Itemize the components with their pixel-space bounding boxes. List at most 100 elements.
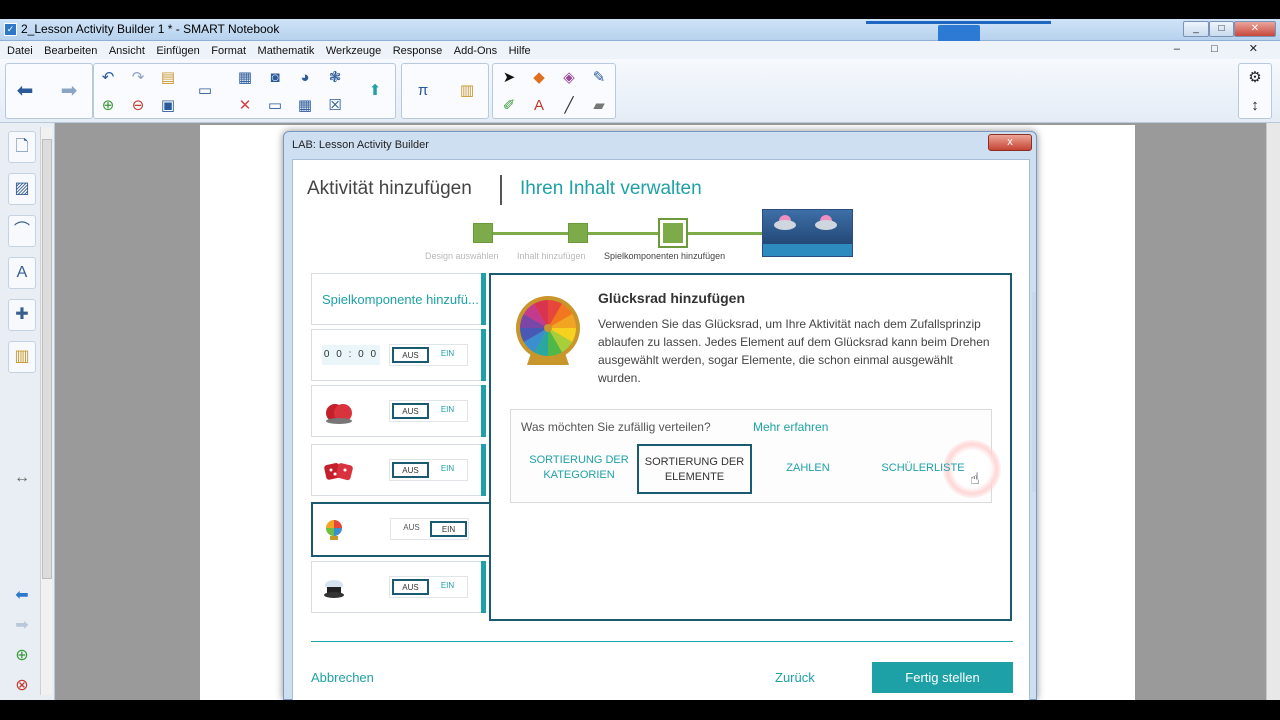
component-timer[interactable]: 0 0 : 0 0 AUS EIN	[311, 329, 486, 381]
document-window-buttons[interactable]: – □ ✕	[1174, 42, 1272, 55]
option-student-list[interactable]: SCHÜLERLISTE	[873, 444, 973, 494]
select-arrow-icon[interactable]: ➤	[498, 67, 520, 89]
menu-ansicht[interactable]: Ansicht	[109, 45, 145, 57]
document-camera-icon[interactable]: ◕	[294, 67, 316, 89]
text-icon[interactable]: A	[528, 95, 550, 117]
lab-side-icon[interactable]: ▥	[8, 341, 36, 373]
tab-add-activity[interactable]: Aktivität hinzufügen	[307, 178, 472, 200]
delete-icon[interactable]: ✕	[234, 95, 256, 117]
component-accent-bar	[481, 273, 486, 325]
step-game-components[interactable]	[658, 218, 688, 248]
component-buzzer[interactable]: AUS EIN	[311, 385, 486, 437]
open-folder-icon[interactable]: ▤	[157, 67, 179, 89]
hat-on-button[interactable]: EIN	[429, 579, 466, 595]
attachments-icon[interactable]: ⌒	[8, 215, 36, 247]
sidebar-scroll-thumb[interactable]	[42, 139, 52, 579]
step-label-content: Inhalt hinzufügen	[517, 251, 586, 261]
forward-arrow-icon[interactable]: ➡	[58, 80, 80, 102]
magic-pen-icon[interactable]: ✎	[588, 67, 610, 89]
component-dice[interactable]: AUS EIN	[311, 444, 486, 496]
menu-hilfe[interactable]: Hilfe	[509, 45, 531, 57]
menu-response[interactable]: Response	[393, 45, 443, 57]
sidebar-scrollbar[interactable]	[40, 127, 52, 695]
buzzer-off-button[interactable]: AUS	[392, 403, 429, 419]
fill-icon[interactable]: ◈	[558, 67, 580, 89]
component-header[interactable]: Spielkomponente hinzufü...	[311, 273, 486, 325]
option-sort-elements[interactable]: SORTIERUNG DER ELEMENTE	[637, 444, 752, 494]
next-page-icon[interactable]: ➡	[8, 611, 36, 643]
wheel-on-button[interactable]: EIN	[430, 521, 467, 537]
dice-on-button[interactable]: EIN	[429, 462, 466, 478]
buzzer-on-button[interactable]: EIN	[429, 403, 466, 419]
option-numbers[interactable]: ZAHLEN	[763, 444, 853, 494]
menu-einfuegen[interactable]: Einfügen	[156, 45, 199, 57]
pens-icon[interactable]: ✐	[498, 95, 520, 117]
timer-on-button[interactable]: EIN	[429, 347, 466, 363]
hat-off-button[interactable]: AUS	[392, 579, 429, 595]
cancel-button[interactable]: Abbrechen	[311, 670, 374, 685]
resize-arrows-icon[interactable]: ↔	[8, 463, 36, 495]
timer-off-button[interactable]: AUS	[392, 347, 429, 363]
math-tools-icon[interactable]: π	[412, 80, 434, 102]
option-sort-categories[interactable]: SORTIERUNG DER KATEGORIEN	[523, 444, 635, 494]
component-hat[interactable]: AUS EIN	[311, 561, 486, 613]
settings-gallery-icon[interactable]: ❃	[324, 67, 346, 89]
component-wheel[interactable]: AUS EIN	[311, 502, 491, 557]
step-design[interactable]	[473, 223, 493, 243]
previous-page-icon[interactable]: ⬅	[8, 581, 36, 613]
paste-icon[interactable]: ▦	[234, 67, 256, 89]
activity-toolkit-icon[interactable]: ▥	[456, 80, 478, 102]
line-icon[interactable]: ╱	[558, 95, 580, 117]
toolbar-edit-group: ↶ ↷ ▤ ⊕ ⊖ ▣ ▭ ▦ ◙ ◕ ❃ ✕ ▭ ▦ ☒ ⬆	[93, 63, 396, 119]
back-arrow-icon[interactable]: ⬅	[14, 80, 36, 102]
menu-datei[interactable]: Datei	[7, 45, 33, 57]
maximize-button[interactable]: □	[1209, 21, 1234, 37]
dialog-scrollbar[interactable]	[1032, 292, 1036, 492]
save-icon[interactable]: ▣	[157, 95, 179, 117]
menu-mathematik[interactable]: Mathematik	[258, 45, 315, 57]
dice-toggle[interactable]: AUS EIN	[389, 459, 468, 481]
full-screen-icon[interactable]: ▭	[264, 95, 286, 117]
menu-werkzeuge[interactable]: Werkzeuge	[326, 45, 381, 57]
menu-bearbeiten[interactable]: Bearbeiten	[44, 45, 97, 57]
back-button[interactable]: Zurück	[775, 670, 815, 685]
redo-icon[interactable]: ↷	[127, 67, 149, 89]
delete-page-side-icon[interactable]: ⊗	[8, 671, 36, 703]
undo-icon[interactable]: ↶	[97, 67, 119, 89]
screen-capture-icon[interactable]: ◙	[264, 67, 286, 89]
screen-shade-icon[interactable]: ▭	[194, 80, 216, 102]
lab-icon[interactable]: ⬆	[364, 80, 386, 102]
hat-toggle[interactable]: AUS EIN	[389, 576, 468, 598]
properties-icon[interactable]: A	[8, 257, 36, 289]
gear-icon[interactable]: ⚙	[1244, 67, 1266, 89]
delete-page-icon[interactable]: ⊖	[127, 95, 149, 117]
add-ons-icon[interactable]: ✚	[8, 299, 36, 331]
workspace-scrollbar[interactable]	[1266, 123, 1280, 700]
toolbar-position-icon[interactable]: ↕	[1244, 95, 1266, 117]
shapes-icon[interactable]: ◆	[528, 67, 550, 89]
add-page-side-icon[interactable]: ⊕	[8, 641, 36, 673]
step-label-game-components: Spielkomponenten hinzufügen	[604, 251, 726, 261]
buzzer-toggle[interactable]: AUS EIN	[389, 400, 468, 422]
table-icon[interactable]: ▦	[294, 95, 316, 117]
menu-format[interactable]: Format	[211, 45, 246, 57]
tab-manage-content[interactable]: Ihren Inhalt verwalten	[520, 178, 702, 200]
eraser-icon[interactable]: ▰	[588, 95, 610, 117]
close-table-icon[interactable]: ☒	[324, 95, 346, 117]
step-content[interactable]	[568, 223, 588, 243]
menu-add-ons[interactable]: Add-Ons	[454, 45, 497, 57]
page-sorter-icon[interactable]: 🗋	[8, 131, 36, 163]
finish-button[interactable]: Fertig stellen	[872, 662, 1013, 693]
window-titlebar: ✓ 2_Lesson Activity Builder 1 * - SMART …	[0, 19, 1280, 45]
learn-more-link[interactable]: Mehr erfahren	[753, 420, 828, 434]
dice-off-button[interactable]: AUS	[392, 462, 429, 478]
add-page-icon[interactable]: ⊕	[97, 95, 119, 117]
timer-toggle[interactable]: AUS EIN	[389, 344, 468, 366]
minimize-button[interactable]: _	[1183, 21, 1209, 37]
wheel-toggle[interactable]: AUS EIN	[390, 518, 469, 540]
wheel-off-button[interactable]: AUS	[393, 521, 430, 537]
ufo-left	[774, 220, 796, 230]
close-window-button[interactable]: ✕	[1234, 21, 1276, 37]
dialog-close-button[interactable]: x	[988, 134, 1032, 151]
gallery-icon[interactable]: ▨	[8, 173, 36, 205]
